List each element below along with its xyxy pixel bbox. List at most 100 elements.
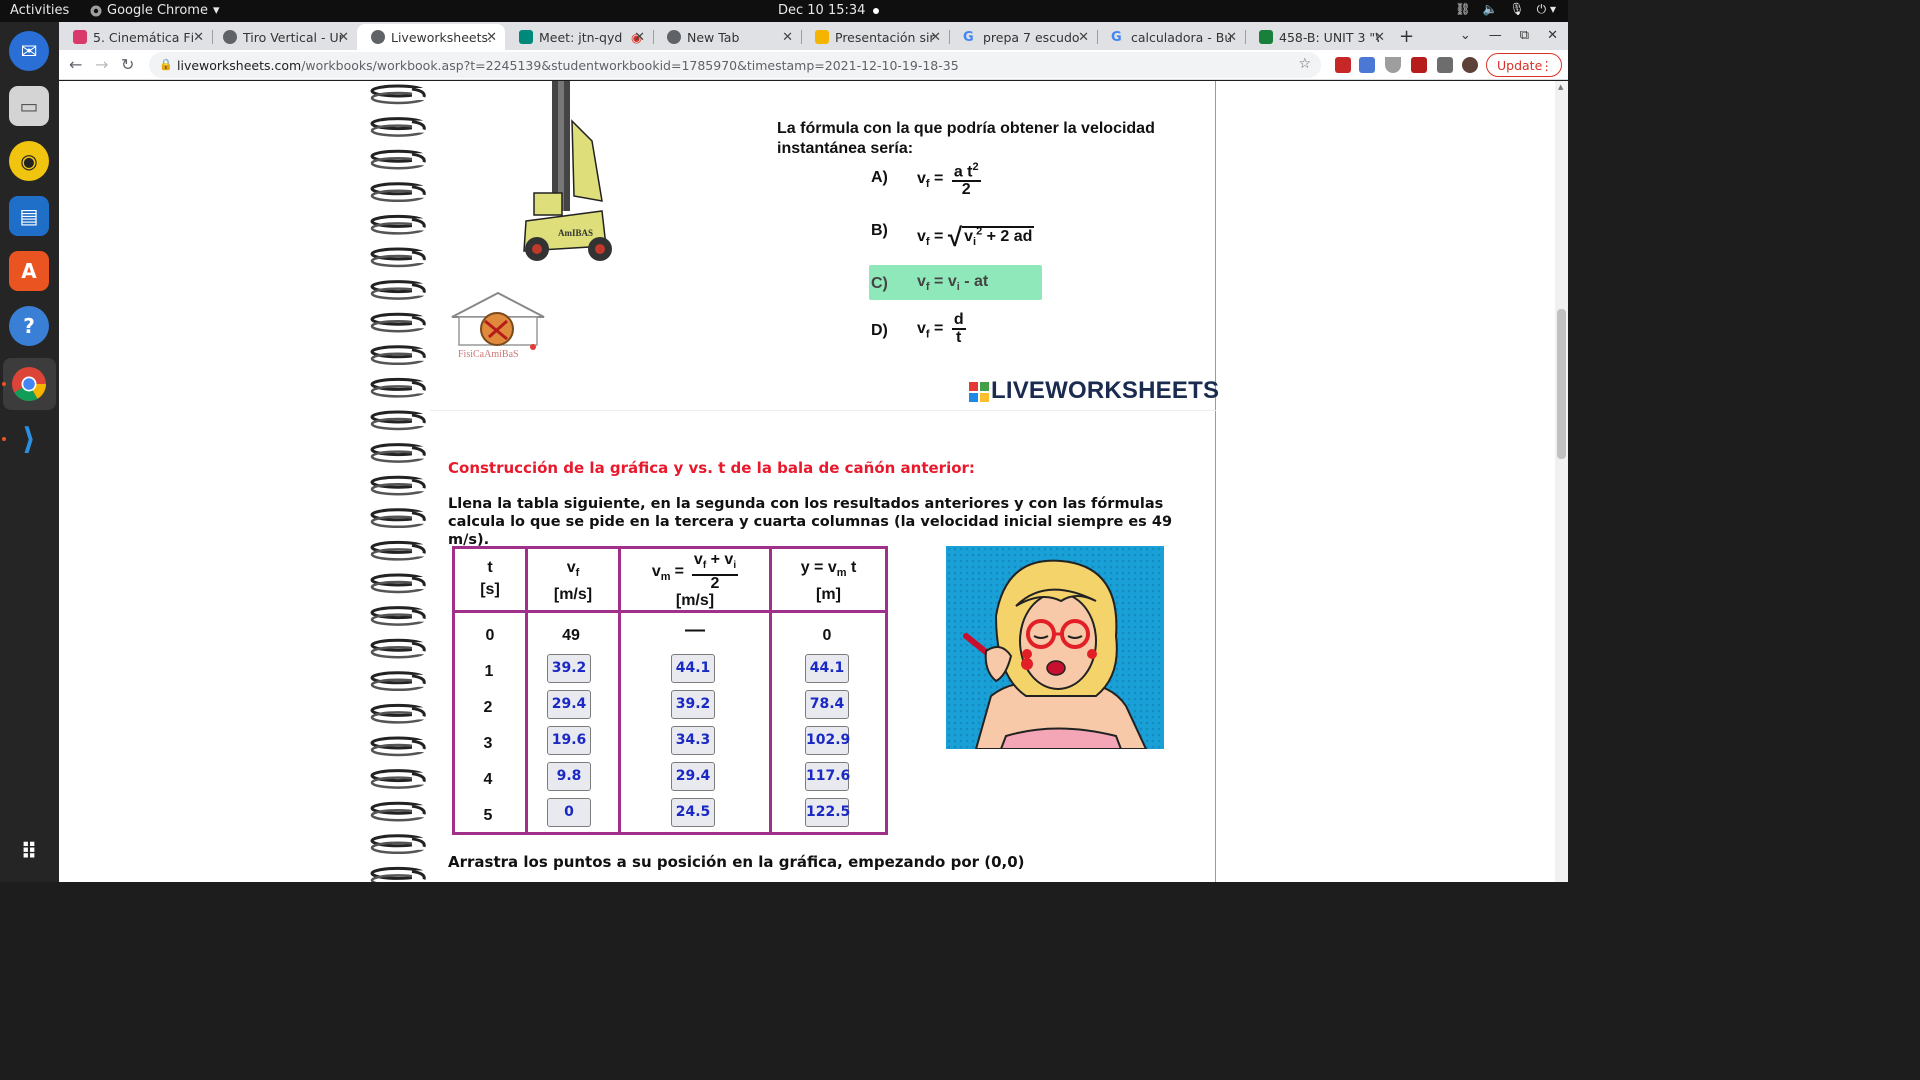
extension-translate-icon[interactable] (1359, 57, 1375, 73)
cell-t: 2 (483, 699, 493, 716)
tab-new-tab[interactable]: New Tab ✕ (653, 24, 801, 50)
option-d[interactable]: D) vf = dt (869, 312, 1009, 352)
profile-avatar[interactable] (1462, 57, 1478, 73)
close-icon[interactable]: ✕ (193, 30, 204, 45)
close-icon[interactable]: ✕ (1374, 30, 1385, 45)
answer-input-y[interactable]: 117.6 (805, 762, 850, 791)
spiral-ring (370, 443, 428, 464)
tab-calculadora[interactable]: Gcalculadora - Bus ✕ (1097, 24, 1245, 50)
update-button[interactable]: Update ⋮ (1486, 53, 1562, 77)
tab-cinematica[interactable]: 5. Cinemática Fís ✕ (59, 24, 212, 50)
chrome-icon (667, 30, 681, 44)
radicand: vi2 + 2 ad (962, 226, 1035, 248)
answer-input-y[interactable]: 44.1 (805, 654, 849, 683)
radicand-rest: + 2 ad (986, 228, 1033, 245)
close-window-icon[interactable]: ✕ (1547, 28, 1558, 43)
chrome-icon[interactable] (9, 364, 49, 404)
tab-prepa-7[interactable]: Gprepa 7 escudo - ✕ (949, 24, 1097, 50)
close-icon[interactable]: ✕ (338, 30, 349, 45)
app-grid-icon[interactable]: ⠿ (9, 832, 49, 872)
url-path: /workbooks/workbook.asp?t=2245139&studen… (301, 57, 959, 73)
writer-icon[interactable]: ▤ (9, 196, 49, 236)
clock[interactable]: Dec 10 15:34 (778, 3, 880, 18)
answer-input-vm[interactable]: 29.4 (671, 762, 715, 791)
spiral-ring (370, 671, 428, 692)
answer-input-vm[interactable]: 44.1 (671, 654, 715, 683)
close-icon[interactable]: ✕ (486, 30, 497, 45)
extension-adblock-icon[interactable] (1335, 57, 1351, 73)
option-sub: f (925, 328, 930, 341)
mean-velocity-fraction: vf + vi 2 (691, 551, 739, 592)
software-icon[interactable]: A (9, 251, 49, 291)
tab-liveworksheets[interactable]: Liveworksheets.c ✕ (357, 24, 505, 50)
tab-presentacion[interactable]: Presentación sin ✕ (801, 24, 949, 50)
answer-input-y[interactable]: 102.9 (805, 726, 850, 755)
address-bar[interactable]: 🔒 liveworksheets.com/workbooks/workbook.… (149, 52, 1321, 78)
close-icon[interactable]: ✕ (782, 30, 793, 45)
answer-input-vm[interactable]: 39.2 (671, 690, 715, 719)
spiral-ring (370, 214, 428, 235)
activities-button[interactable]: Activities (10, 3, 69, 18)
close-icon[interactable]: ✕ (634, 30, 645, 45)
fraction-sub: i (733, 560, 737, 572)
google-icon: G (1111, 30, 1122, 45)
rhythmbox-icon[interactable]: ◉ (9, 141, 49, 181)
spiral-ring (370, 508, 428, 529)
reload-icon[interactable]: ↻ (121, 55, 134, 74)
extension-vpn-icon[interactable] (1385, 57, 1401, 73)
option-a[interactable]: A) vf = a t2 2 (869, 159, 1029, 201)
files-icon[interactable]: ▭ (9, 86, 49, 126)
machine-label: AmIBAS (558, 228, 593, 238)
fraction-sub: f (702, 560, 707, 572)
back-icon[interactable]: ← (69, 55, 82, 74)
answer-input-vm[interactable]: 34.3 (671, 726, 715, 755)
close-icon[interactable]: ✕ (1078, 30, 1089, 45)
option-lhs: v (917, 273, 926, 290)
header-sub: m (660, 570, 671, 583)
answer-input-vf[interactable]: 0 (547, 798, 591, 827)
tab-tiro-vertical[interactable]: Tiro Vertical - Uni ✕ (209, 24, 357, 50)
answer-input-y[interactable]: 78.4 (805, 690, 849, 719)
extension-recorder-icon[interactable] (1411, 57, 1427, 73)
system-tray[interactable]: ⛓ 🔈 🎙 ⏻ ▾ (1455, 2, 1556, 17)
answer-input-vf[interactable]: 19.6 (547, 726, 591, 755)
scrollbar-thumb[interactable] (1557, 309, 1566, 459)
page-viewport[interactable]: AmIBAS FisiCaAmiBaS La fórmula con la qu… (59, 81, 1555, 882)
option-letter: A) (871, 169, 888, 186)
tab-label: 5. Cinemática Fís (93, 29, 193, 45)
extensions-puzzle-icon[interactable] (1437, 57, 1453, 73)
spiral-ring (370, 312, 428, 333)
thunderbird-icon[interactable]: ✉ (9, 31, 49, 71)
volume-icon: 🔈 (1482, 2, 1498, 16)
tab-label: Tiro Vertical - Uni (243, 29, 343, 45)
tab-label: calculadora - Bus (1131, 29, 1231, 45)
option-b[interactable]: B) vf = √ vi2 + 2 ad (869, 217, 1049, 252)
new-tab-icon[interactable]: + (1399, 26, 1414, 47)
close-icon[interactable]: ✕ (1226, 30, 1237, 45)
answer-input-vf[interactable]: 39.2 (547, 654, 591, 683)
minimize-icon[interactable]: — (1489, 28, 1502, 43)
answer-input-y[interactable]: 122.5 (805, 798, 850, 827)
tab-search-icon[interactable]: ⌄ (1460, 28, 1471, 43)
header-sub: f (575, 567, 580, 580)
tab-unit-3[interactable]: 458-B: UNIT 3 "W ✕ (1245, 24, 1393, 50)
answer-input-vm[interactable]: 24.5 (671, 798, 715, 827)
vscode-icon[interactable]: ⟩ (9, 419, 49, 459)
forward-icon[interactable]: → (95, 55, 108, 74)
scroll-up-arrow-icon[interactable]: ▲ (1558, 83, 1563, 91)
option-c[interactable]: C) vf = vi - at (869, 273, 1042, 303)
header-rest: t (846, 559, 857, 576)
option-rhs-rest: - at (964, 273, 989, 290)
header-var: v (566, 559, 576, 576)
app-menu[interactable]: Google Chrome ▾ (90, 3, 220, 18)
bookmark-star-icon[interactable]: ☆ (1298, 56, 1311, 72)
tab-strip: 5. Cinemática Fís ✕ Tiro Vertical - Uni ✕ … (59, 22, 1568, 50)
radicand-var: v (964, 228, 973, 245)
restore-icon[interactable]: ⧉ (1520, 28, 1529, 43)
tab-meet[interactable]: Meet: jtn-qyd ◉ ✕ (505, 24, 653, 50)
close-icon[interactable]: ✕ (930, 30, 941, 45)
answer-input-vf[interactable]: 29.4 (547, 690, 591, 719)
answer-input-vf[interactable]: 9.8 (547, 762, 591, 791)
help-icon[interactable]: ? (9, 306, 49, 346)
page-scrollbar[interactable]: ▲ (1555, 81, 1568, 882)
